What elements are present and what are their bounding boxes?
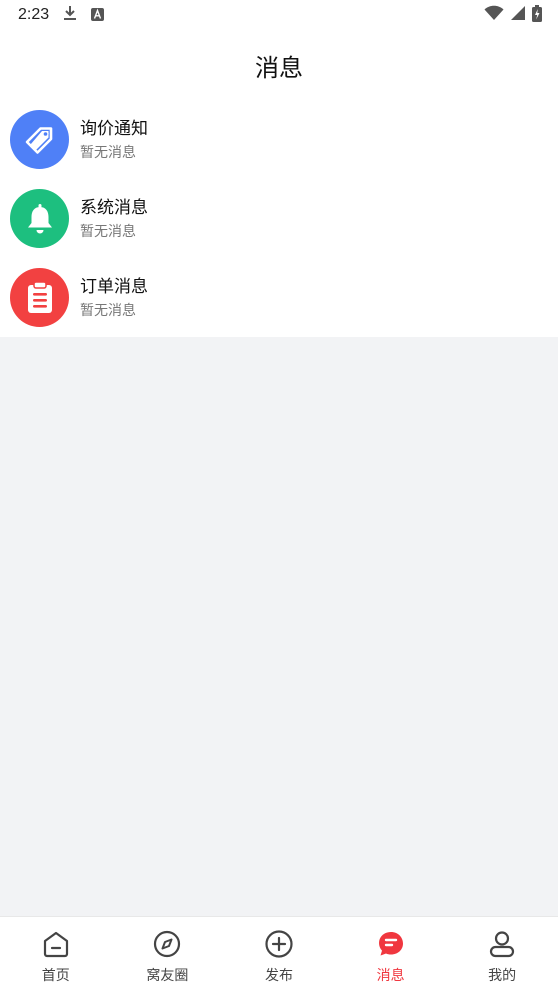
message-list: 询价通知 暂无消息 系统消息 暂无消息 订单消息 暂无消息 bbox=[0, 100, 558, 337]
message-item-system[interactable]: 系统消息 暂无消息 bbox=[0, 179, 558, 258]
tab-label: 首页 bbox=[41, 968, 70, 984]
status-time: 2:23 bbox=[18, 6, 50, 23]
tab-profile[interactable]: 我的 bbox=[446, 917, 558, 992]
download-icon bbox=[63, 5, 77, 25]
message-subtitle: 暂无消息 bbox=[80, 144, 136, 161]
a-box-icon bbox=[91, 6, 105, 25]
message-subtitle: 暂无消息 bbox=[80, 223, 136, 240]
signal-icon bbox=[510, 5, 526, 25]
home-icon bbox=[41, 929, 71, 963]
message-title: 系统消息 bbox=[80, 197, 148, 218]
message-item-inquiry[interactable]: 询价通知 暂无消息 bbox=[0, 100, 558, 179]
clipboard-icon bbox=[10, 268, 69, 327]
message-item-order[interactable]: 订单消息 暂无消息 bbox=[0, 258, 558, 337]
tab-publish[interactable]: 发布 bbox=[223, 917, 335, 992]
page-title: 消息 bbox=[255, 53, 303, 82]
bottom-tab-bar: 首页 窝友圈 发布 消息 我的 bbox=[0, 916, 558, 992]
tab-label: 窝友圈 bbox=[146, 968, 189, 984]
wifi-icon bbox=[484, 5, 504, 25]
bell-icon bbox=[10, 189, 69, 248]
plus-circle-icon bbox=[264, 929, 294, 963]
message-title: 订单消息 bbox=[80, 276, 148, 297]
tab-label: 我的 bbox=[488, 968, 517, 984]
tab-messages[interactable]: 消息 bbox=[335, 917, 447, 992]
battery-icon bbox=[532, 4, 542, 26]
compass-icon bbox=[152, 929, 182, 963]
message-title: 询价通知 bbox=[80, 118, 148, 139]
tab-community[interactable]: 窝友圈 bbox=[112, 917, 224, 992]
message-subtitle: 暂无消息 bbox=[80, 302, 136, 319]
user-icon bbox=[487, 929, 517, 963]
tag-icon bbox=[10, 110, 69, 169]
header: 消息 bbox=[0, 30, 558, 100]
chat-icon bbox=[376, 929, 406, 963]
tab-label: 消息 bbox=[376, 968, 405, 984]
status-bar: 2:23 bbox=[0, 0, 558, 30]
tab-label: 发布 bbox=[264, 968, 293, 984]
tab-home[interactable]: 首页 bbox=[0, 917, 112, 992]
